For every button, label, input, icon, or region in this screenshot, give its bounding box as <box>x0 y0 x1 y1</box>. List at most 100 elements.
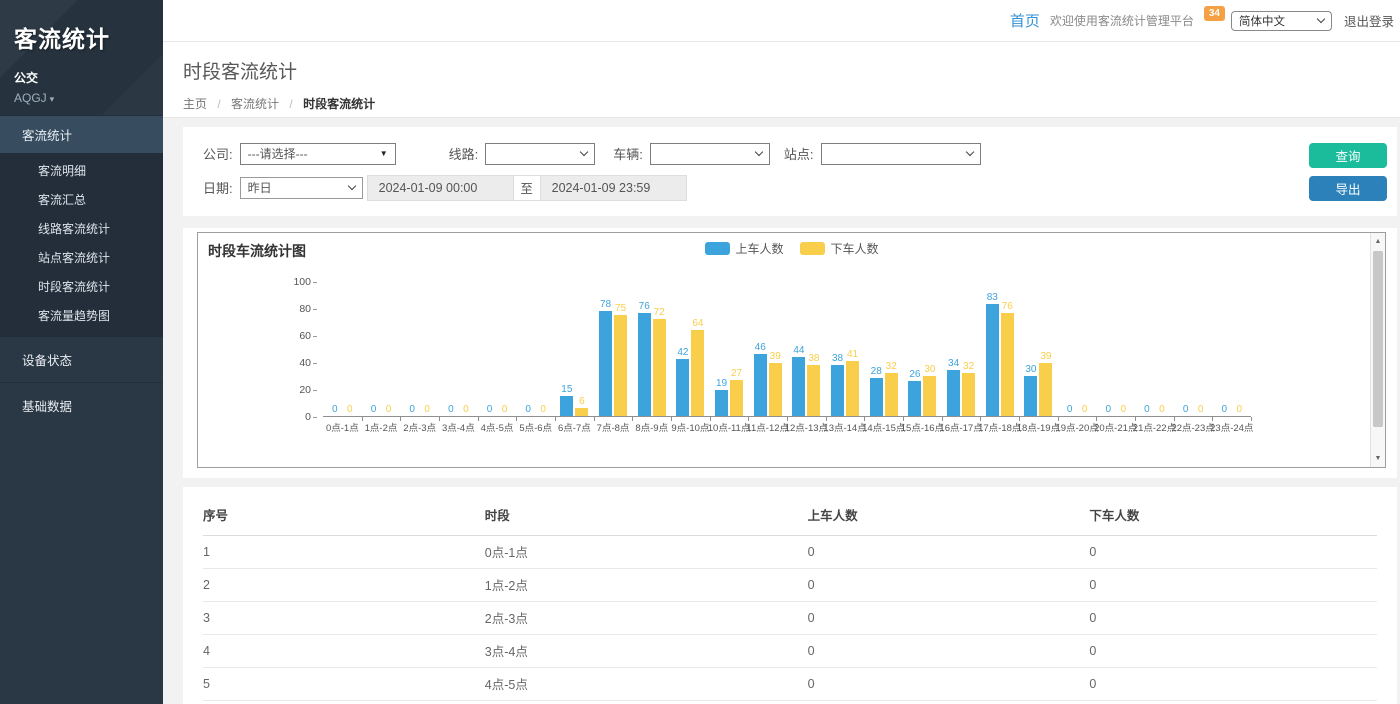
bar[interactable] <box>560 396 573 416</box>
bar-value-label: 26 <box>909 369 920 380</box>
scrollbar-thumb[interactable] <box>1373 251 1383 427</box>
bar-wrap: 39 <box>769 351 782 416</box>
scroll-up-icon[interactable]: ▲ <box>1371 238 1385 245</box>
x-tick-label: 4点-5点 <box>481 420 514 434</box>
table-cell: 3点-4点 <box>485 635 808 668</box>
bar-wrap: 0 <box>498 404 511 416</box>
scroll-down-icon[interactable]: ▼ <box>1371 455 1385 462</box>
date-preset-select[interactable]: 昨日 <box>240 177 363 199</box>
line-select[interactable] <box>485 143 595 165</box>
bar-value-label: 0 <box>332 404 338 415</box>
bar[interactable] <box>870 378 883 416</box>
export-button[interactable]: 导出 <box>1309 176 1387 201</box>
submenu-item-4[interactable]: 时段客流统计 <box>0 272 163 301</box>
submenu-item-2[interactable]: 线路客流统计 <box>0 214 163 243</box>
bar[interactable] <box>1039 363 1052 416</box>
x-tick-label: 16点-17点 <box>939 420 982 434</box>
bar-value-label: 41 <box>847 349 858 360</box>
bar[interactable] <box>908 381 921 416</box>
date-end-input[interactable]: 2024-01-09 23:59 <box>540 175 687 201</box>
top-navbar: 首页 欢迎使用客流统计管理平台 34 简体中文 退出登录 <box>163 0 1400 42</box>
breadcrumb-home[interactable]: 主页 <box>183 97 207 111</box>
bar[interactable] <box>599 311 612 416</box>
bar[interactable] <box>754 354 767 416</box>
user-menu[interactable]: AQGJ▾ <box>14 91 149 105</box>
sidebar-item-2[interactable]: 基础数据 <box>0 382 163 428</box>
bar-group: 002点-3点 <box>400 282 439 416</box>
sidebar-item-1[interactable]: 设备状态 <box>0 336 163 382</box>
company-select[interactable]: ---请选择--- ▼ <box>240 143 396 165</box>
bar[interactable] <box>947 370 960 416</box>
bar[interactable] <box>923 376 936 417</box>
date-start-input[interactable]: 2024-01-09 00:00 <box>367 175 514 201</box>
submenu-item-1[interactable]: 客流汇总 <box>0 185 163 214</box>
breadcrumb-section[interactable]: 客流统计 <box>231 97 279 111</box>
bar[interactable] <box>846 361 859 416</box>
table-row: 21点-2点00 <box>203 569 1377 602</box>
sidebar-item-0[interactable]: 客流统计 <box>0 115 163 153</box>
bar[interactable] <box>885 373 898 416</box>
bar-group: 76728点-9点 <box>632 282 671 416</box>
bar-wrap: 15 <box>560 384 573 416</box>
bar-wrap: 78 <box>599 299 612 416</box>
chart-scrollbar[interactable]: ▲ ▼ <box>1370 233 1385 467</box>
vehicle-select[interactable] <box>650 143 770 165</box>
legend-item[interactable]: 上车人数 <box>704 240 783 257</box>
bar-value-label: 6 <box>579 396 585 407</box>
table-cell: 0点-1点 <box>485 536 808 569</box>
bar-wrap: 0 <box>1233 404 1246 416</box>
bar[interactable] <box>676 359 689 416</box>
submenu-item-3[interactable]: 站点客流统计 <box>0 243 163 272</box>
notification-badge[interactable]: 34 <box>1204 6 1225 21</box>
bar[interactable] <box>792 357 805 416</box>
bar-value-label: 38 <box>832 353 843 364</box>
chevron-down-icon <box>580 148 588 156</box>
bar[interactable] <box>691 330 704 416</box>
table-cell: 2点-3点 <box>485 602 808 635</box>
query-button[interactable]: 查询 <box>1309 143 1387 168</box>
bar-wrap: 0 <box>1194 404 1207 416</box>
bar[interactable] <box>769 363 782 416</box>
bar[interactable] <box>831 365 844 416</box>
bar[interactable] <box>986 304 999 416</box>
date-preset-value: 昨日 <box>248 179 272 196</box>
home-link[interactable]: 首页 <box>1010 10 1040 31</box>
table-cell: 0 <box>1089 701 1377 704</box>
table-cell: 4 <box>203 635 485 668</box>
logout-link[interactable]: 退出登录 <box>1344 11 1394 30</box>
table-header-cell: 时段 <box>485 496 808 536</box>
bar-group: 0021点-22点 <box>1135 282 1174 416</box>
bar-value-label: 72 <box>654 307 665 318</box>
bar-wrap: 46 <box>754 342 767 416</box>
bar-group: 78757点-8点 <box>594 282 633 416</box>
bar[interactable] <box>1024 376 1037 417</box>
table-cell: 6 <box>203 701 485 704</box>
bar[interactable] <box>807 365 820 416</box>
x-tick-label: 22点-23点 <box>1171 420 1214 434</box>
table-cell: 1 <box>203 536 485 569</box>
x-tick-label: 12点-13点 <box>785 420 828 434</box>
bar-value-label: 42 <box>677 347 688 358</box>
language-select[interactable]: 简体中文 <box>1231 11 1332 31</box>
bar-wrap: 64 <box>691 318 704 416</box>
legend-item[interactable]: 下车人数 <box>800 240 879 257</box>
bar[interactable] <box>1001 313 1014 416</box>
bar[interactable] <box>614 315 627 416</box>
submenu-item-0[interactable]: 客流明细 <box>0 156 163 185</box>
submenu-item-5[interactable]: 客流量趋势图 <box>0 301 163 330</box>
bar-group: 463911点-12点 <box>748 282 787 416</box>
bar[interactable] <box>715 390 728 416</box>
bar-group: 005点-6点 <box>516 282 555 416</box>
bar[interactable] <box>575 408 588 416</box>
bar-value-label: 27 <box>731 368 742 379</box>
y-tick-label: 60 <box>299 330 311 342</box>
table-cell: 0 <box>1089 569 1377 602</box>
bar[interactable] <box>730 380 743 416</box>
station-select[interactable] <box>821 143 981 165</box>
bar-value-label: 83 <box>987 292 998 303</box>
bar[interactable] <box>653 319 666 416</box>
bar[interactable] <box>638 313 651 416</box>
bar[interactable] <box>962 373 975 416</box>
table-cell: 0 <box>1089 668 1377 701</box>
chart-title: 时段车流统计图 <box>208 241 306 261</box>
